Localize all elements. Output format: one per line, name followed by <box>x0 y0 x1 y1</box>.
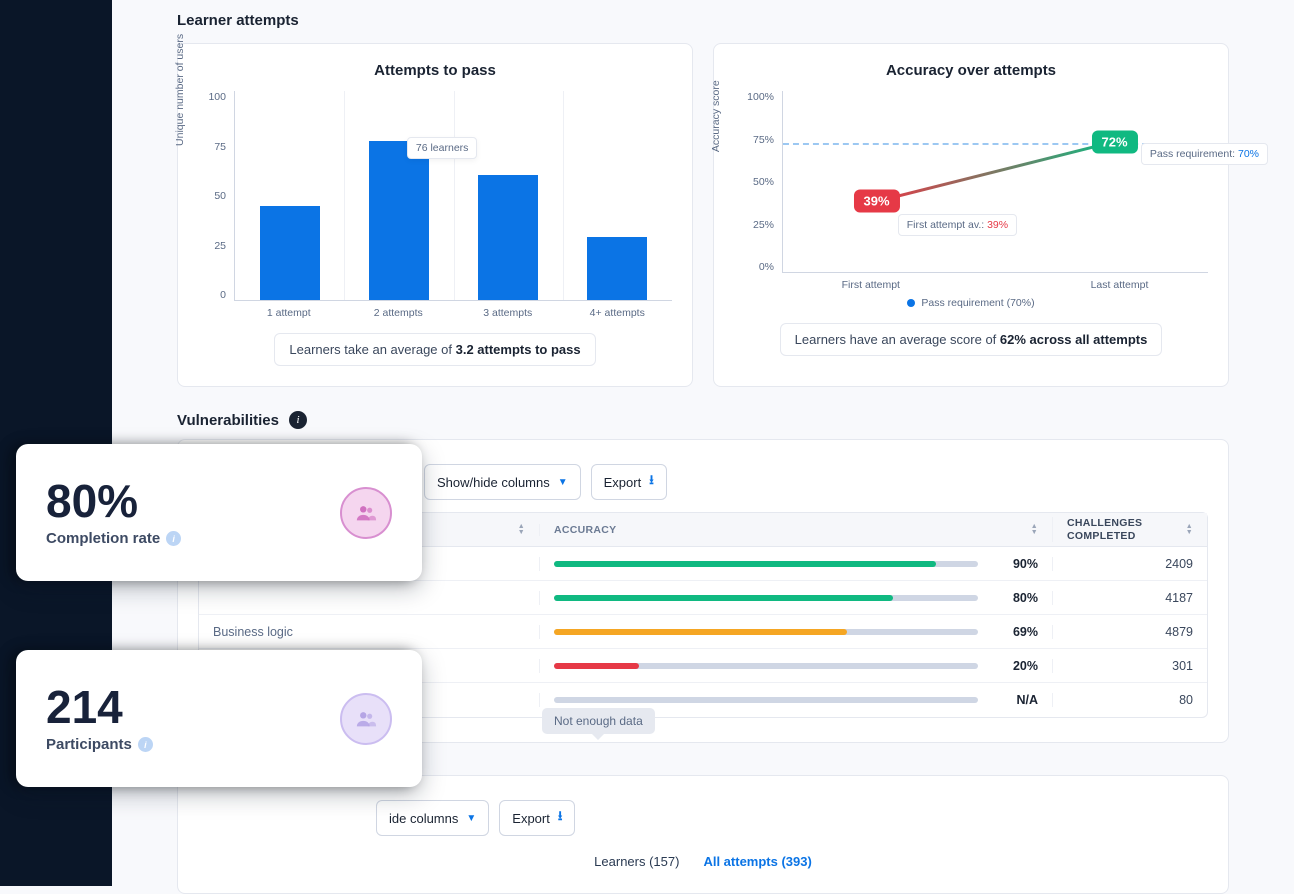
chevron-down-icon: ▼ <box>558 477 568 488</box>
download-icon: ⭳ <box>558 807 563 829</box>
progress-bar <box>554 629 978 635</box>
attempts-x-axis: 1 attempt 2 attempts 3 attempts 4+ attem… <box>234 301 672 319</box>
download-icon: ⭳ <box>649 471 654 493</box>
accuracy-y-axis: Accuracy score 100% 75% 50% 25% 0% <box>734 91 782 273</box>
users-icon <box>340 693 392 745</box>
sort-icon[interactable]: ▲▼ <box>518 524 525 536</box>
last-point-badge: 72% <box>1091 130 1137 153</box>
accuracy-y-label: Accuracy score <box>710 80 722 152</box>
tab-learners[interactable]: Learners (157) <box>594 854 679 869</box>
attempts-bar-title: Attempts to pass <box>198 62 672 79</box>
export-button[interactable]: Export ⭳ <box>591 464 667 500</box>
header-accuracy[interactable]: ACCURACY ▲▼ <box>539 524 1052 536</box>
progress-bar <box>554 697 978 703</box>
bar-tooltip: 76 learners <box>407 137 478 159</box>
accuracy-line-title: Accuracy over attempts <box>734 62 1208 79</box>
accuracy-line-svg <box>783 91 1208 272</box>
show-hide-columns-button[interactable]: Show/hide columns ▼ <box>424 464 581 500</box>
info-icon[interactable]: i <box>138 737 153 752</box>
table-row[interactable]: 80% 4187 <box>199 581 1207 615</box>
sort-icon[interactable]: ▲▼ <box>1186 524 1193 536</box>
progress-bar <box>554 561 978 567</box>
table-row[interactable]: Business logic 69% 4879 <box>199 615 1207 649</box>
legend-dot-icon <box>907 299 915 307</box>
bar-1 <box>260 206 320 300</box>
info-icon[interactable]: i <box>166 531 181 546</box>
bar-4 <box>587 237 647 300</box>
completion-rate-value: 80% <box>46 478 181 524</box>
attempts-plot: 76 learners <box>234 91 672 301</box>
not-enough-data-tooltip: Not enough data <box>542 708 655 734</box>
chevron-down-icon: ▼ <box>466 813 476 824</box>
accuracy-x-axis: First attempt Last attempt <box>782 273 1208 291</box>
progress-bar <box>554 663 978 669</box>
export-button[interactable]: Export ⭳ <box>499 800 575 836</box>
lower-table-card: ide columns ▼ Export ⭳ Learners (157) Al… <box>177 775 1229 894</box>
participants-value: 214 <box>46 684 153 730</box>
attempts-bar-card: Attempts to pass Unique number of users … <box>177 43 693 387</box>
completion-rate-label: Completion rate <box>46 530 160 547</box>
learner-attempts-title: Learner attempts <box>177 12 1229 29</box>
info-icon[interactable]: i <box>289 411 307 429</box>
first-attempt-tooltip: First attempt av.: 39% <box>898 214 1017 236</box>
bar-3 <box>478 175 538 300</box>
accuracy-legend: Pass requirement (70%) <box>734 297 1208 309</box>
sort-icon[interactable]: ▲▼ <box>1031 524 1038 536</box>
header-challenges[interactable]: CHALLENGESCOMPLETED ▲▼ <box>1052 517 1207 542</box>
accuracy-plot: 39% 72% First attempt av.: 39% Pass requ… <box>782 91 1208 273</box>
attempts-summary: Learners take an average of 3.2 attempts… <box>274 333 595 366</box>
attempts-y-label: Unique number of users <box>174 34 186 146</box>
show-hide-columns-button[interactable]: ide columns ▼ <box>376 800 489 836</box>
vulnerabilities-title: Vulnerabilities <box>177 412 279 429</box>
first-point-badge: 39% <box>853 190 899 213</box>
bar-2 <box>369 141 429 300</box>
accuracy-line-card: Accuracy over attempts Accuracy score 10… <box>713 43 1229 387</box>
users-icon <box>340 487 392 539</box>
attempts-y-axis: Unique number of users 100 75 50 25 0 <box>198 91 234 301</box>
participants-card: 214 Participants i <box>16 650 422 787</box>
participants-label: Participants <box>46 736 132 753</box>
accuracy-summary: Learners have an average score of 62% ac… <box>780 323 1163 356</box>
tab-all-attempts[interactable]: All attempts (393) <box>703 854 811 869</box>
completion-rate-card: 80% Completion rate i <box>16 444 422 581</box>
pass-req-tooltip: Pass requirement: 70% <box>1141 143 1268 165</box>
progress-bar <box>554 595 978 601</box>
